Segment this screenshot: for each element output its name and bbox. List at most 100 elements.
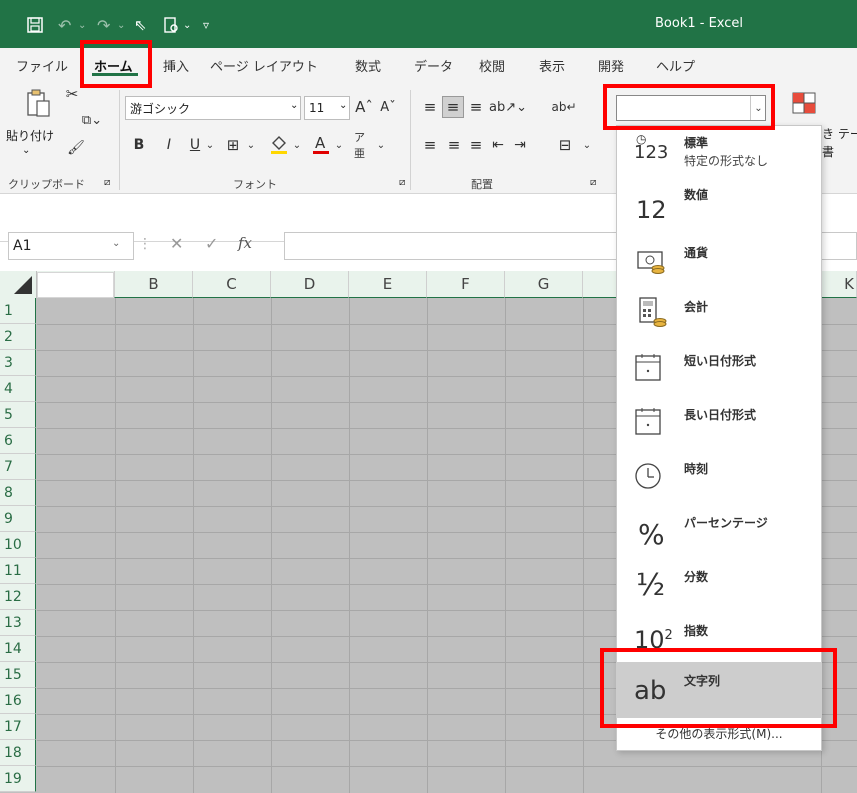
row-header[interactable]: 2 — [0, 324, 36, 350]
cell-style-label-partial[interactable]: 書 — [822, 143, 834, 160]
more-number-formats-link[interactable]: その他の表示形式(M)... — [616, 725, 822, 747]
row-header[interactable]: 11 — [0, 558, 36, 584]
font-color-icon[interactable]: A — [310, 132, 332, 156]
tab-insert[interactable]: 挿入 — [163, 56, 189, 75]
format-option-currency[interactable]: 通貨 — [616, 236, 822, 290]
font-name-select[interactable]: 游ゴシック — [125, 96, 301, 120]
align-left-icon[interactable]: ≡ — [420, 134, 440, 156]
row-header[interactable]: 4 — [0, 376, 36, 402]
save-icon[interactable] — [26, 14, 44, 36]
chevron-down-icon[interactable]: ⌄ — [580, 134, 594, 156]
phonetic-icon[interactable]: ア亜 — [354, 131, 372, 160]
row-header[interactable]: 15 — [0, 662, 36, 688]
touch-mode-icon[interactable]: ⇖ — [134, 14, 147, 36]
increase-indent-icon[interactable]: ⇥ — [510, 134, 530, 156]
format-option-percentage[interactable]: % パーセンテージ — [616, 506, 822, 560]
dialog-launcher-icon[interactable]: ⧄ — [104, 177, 110, 188]
merge-center-icon[interactable]: ⊟ — [553, 134, 577, 156]
chevron-down-icon[interactable]: ⌄ — [203, 134, 217, 156]
tab-help[interactable]: ヘルプ — [656, 56, 695, 75]
tab-view[interactable]: 表示 — [539, 56, 565, 75]
active-cell-a1[interactable] — [37, 272, 114, 298]
format-option-fraction[interactable]: ½ 分数 — [616, 560, 822, 614]
undo-icon[interactable]: ↶ — [58, 14, 71, 36]
row-header[interactable]: 17 — [0, 714, 36, 740]
align-right-icon[interactable]: ≡ — [466, 134, 486, 156]
chevron-down-icon[interactable]: ⌄ — [332, 134, 346, 156]
tab-formulas[interactable]: 数式 — [355, 56, 381, 75]
row-header[interactable]: 19 — [0, 766, 36, 792]
column-header-g[interactable]: G — [505, 271, 583, 298]
align-bottom-icon[interactable]: ≡ — [466, 96, 486, 118]
bold-button[interactable]: B — [130, 134, 148, 156]
chevron-down-icon[interactable]: ⌄ — [244, 134, 258, 156]
cancel-icon[interactable]: ✕ — [170, 234, 183, 253]
copy-icon[interactable]: ⧉⌄ — [80, 110, 104, 130]
tab-data[interactable]: データ — [414, 56, 453, 75]
format-painter-icon[interactable]: 🖌 — [66, 138, 86, 158]
italic-button[interactable]: I — [160, 134, 178, 156]
column-header-h[interactable] — [583, 271, 617, 298]
column-header-e[interactable]: E — [349, 271, 427, 298]
chevron-down-icon[interactable]: ⌄ — [339, 100, 347, 111]
cut-icon[interactable]: ✂ — [62, 84, 82, 104]
conditional-formatting-icon[interactable] — [790, 90, 818, 116]
underline-button[interactable]: U — [186, 134, 204, 156]
row-header[interactable]: 14 — [0, 636, 36, 662]
format-option-long-date[interactable]: 長い日付形式 — [616, 398, 822, 452]
format-option-accounting[interactable]: 会計 — [616, 290, 822, 344]
borders-icon[interactable]: ⊞ — [222, 134, 244, 156]
fill-color-icon[interactable] — [268, 132, 290, 156]
decrease-indent-icon[interactable]: ⇤ — [488, 134, 508, 156]
tab-review[interactable]: 校閲 — [479, 56, 505, 75]
paste-button-label[interactable]: 貼り付け — [6, 127, 54, 144]
insert-function-icon[interactable]: fx — [238, 234, 252, 252]
chevron-down-icon[interactable]: ⌄ — [78, 14, 86, 36]
column-header-f[interactable]: F — [427, 271, 505, 298]
orientation-icon[interactable]: ab↗⌄ — [489, 96, 527, 118]
increase-font-size-icon[interactable]: Aˆ — [354, 96, 374, 118]
chevron-down-icon[interactable]: ⌄ — [374, 134, 388, 156]
chevron-down-icon[interactable]: ⌄ — [112, 238, 120, 249]
row-header[interactable]: 3 — [0, 350, 36, 376]
format-option-number[interactable]: 12 数値 — [616, 182, 822, 236]
paste-icon[interactable] — [24, 88, 52, 120]
align-top-icon[interactable]: ≡ — [420, 96, 440, 118]
wrap-text-icon[interactable]: ab↵ — [551, 96, 576, 118]
tab-file[interactable]: ファイル — [16, 56, 68, 75]
dialog-launcher-icon[interactable]: ⧄ — [399, 177, 405, 188]
tab-page-layout[interactable]: ページ レイアウト — [210, 56, 318, 75]
row-header[interactable]: 12 — [0, 584, 36, 610]
column-header-c[interactable]: C — [193, 271, 271, 298]
row-header[interactable]: 8 — [0, 480, 36, 506]
row-header[interactable]: 16 — [0, 688, 36, 714]
chevron-down-icon[interactable]: ⌄ — [117, 14, 125, 36]
chevron-down-icon[interactable]: ⌄ — [183, 14, 191, 36]
table-format-label-partial[interactable]: き テー — [822, 125, 857, 142]
enter-icon[interactable]: ✓ — [205, 234, 218, 253]
dialog-launcher-icon[interactable]: ⧄ — [590, 177, 596, 188]
row-header[interactable]: 5 — [0, 402, 36, 428]
row-header[interactable]: 13 — [0, 610, 36, 636]
column-header-k[interactable]: K — [821, 271, 857, 298]
customize-qat-icon[interactable]: ▿ — [203, 14, 209, 36]
row-header[interactable]: 18 — [0, 740, 36, 766]
decrease-font-size-icon[interactable]: Aˇ — [378, 96, 398, 118]
chevron-down-icon[interactable]: ⌄ — [290, 100, 298, 111]
row-header[interactable]: 7 — [0, 454, 36, 480]
row-header[interactable]: 10 — [0, 532, 36, 558]
align-middle-icon[interactable]: ≡ — [442, 96, 464, 118]
column-header-b[interactable]: B — [115, 271, 193, 298]
chevron-down-icon[interactable]: ⌄ — [290, 134, 304, 156]
chevron-down-icon[interactable]: ⌄ — [22, 145, 30, 156]
redo-icon[interactable]: ↷ — [97, 14, 110, 36]
column-header-d[interactable]: D — [271, 271, 349, 298]
row-header[interactable]: 1 — [0, 298, 36, 324]
print-preview-icon[interactable] — [162, 14, 180, 36]
tab-developer[interactable]: 開発 — [598, 56, 624, 75]
align-center-icon[interactable]: ≡ — [444, 134, 464, 156]
row-header[interactable]: 6 — [0, 428, 36, 454]
row-header[interactable]: 9 — [0, 506, 36, 532]
format-option-short-date[interactable]: 短い日付形式 — [616, 344, 822, 398]
format-option-general[interactable]: ◷ 123 標準 特定の形式なし — [616, 128, 822, 182]
